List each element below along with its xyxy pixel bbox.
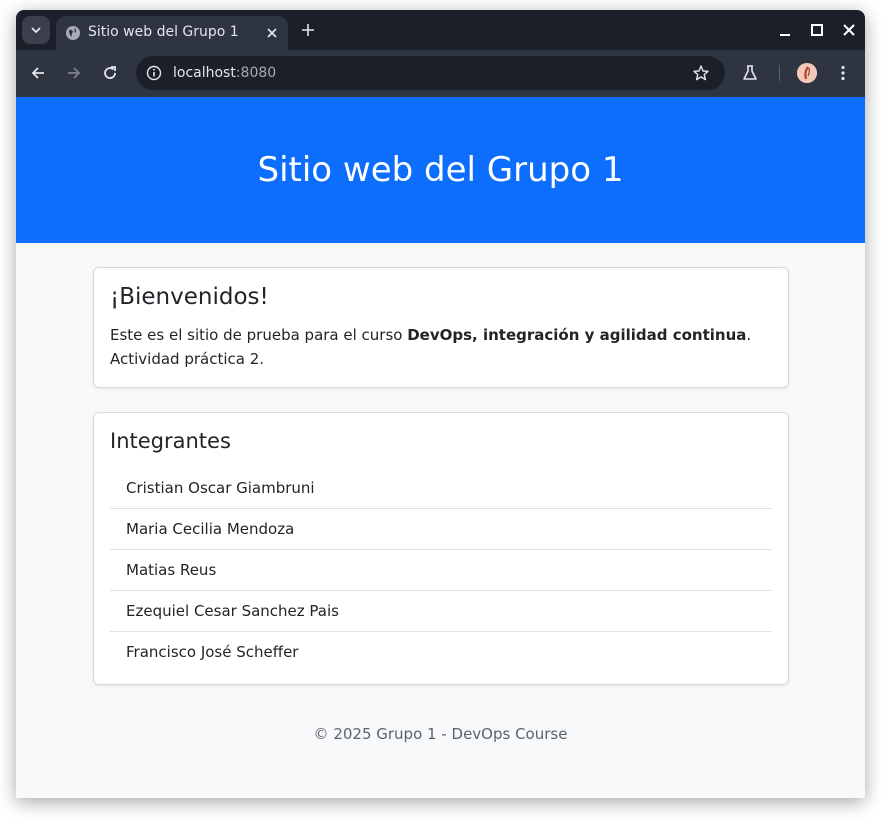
- url-text[interactable]: localhost:8080: [173, 65, 276, 81]
- forward-arrow-icon[interactable]: [65, 64, 83, 82]
- list-item: Francisco José Scheffer: [126, 643, 299, 661]
- reload-icon[interactable]: [101, 64, 119, 82]
- welcome-text: Este es el sitio de prueba para el curso…: [110, 323, 770, 371]
- avatar-icon: [797, 63, 817, 83]
- bookmark-star-icon[interactable]: [692, 64, 710, 82]
- minimize-icon[interactable]: [777, 22, 793, 38]
- tab-search-button[interactable]: [22, 16, 50, 44]
- welcome-heading: ¡Bienvenidos!: [110, 284, 269, 310]
- list-item: Matias Reus: [110, 550, 772, 591]
- members-list: Cristian Oscar Giambruni Maria Cecilia M…: [110, 468, 772, 672]
- address-bar[interactable]: localhost:8080: [136, 56, 725, 90]
- welcome-text-intro: Este es el sitio de prueba para el curso: [110, 326, 408, 344]
- list-item: Maria Cecilia Mendoza: [110, 509, 772, 550]
- members-heading: Integrantes: [110, 429, 231, 453]
- tab-strip: Sitio web del Grupo 1: [16, 10, 865, 50]
- toolbar-separator: [779, 65, 780, 81]
- hero-banner: Sitio web del Grupo 1: [16, 97, 865, 243]
- page-content: Sitio web del Grupo 1 ¡Bienvenidos! Este…: [16, 97, 865, 798]
- globe-icon: [66, 26, 80, 40]
- profile-avatar[interactable]: [797, 63, 817, 83]
- tab-active[interactable]: Sitio web del Grupo 1: [56, 16, 288, 50]
- chevron-down-icon: [31, 27, 41, 34]
- browser-toolbar: localhost:8080: [16, 50, 865, 97]
- url-port: :8080: [235, 65, 277, 81]
- activity-text: Actividad práctica 2.: [110, 350, 265, 368]
- new-tab-plus-icon[interactable]: [300, 22, 316, 38]
- maximize-icon[interactable]: [809, 22, 825, 38]
- list-item: Ezequiel Cesar Sanchez Pais: [110, 591, 772, 632]
- members-card: Integrantes Cristian Oscar Giambruni Mar…: [93, 412, 789, 685]
- browser-window: Sitio web del Grupo 1 localhost:8080 Sit…: [16, 10, 865, 798]
- page-title: Sitio web del Grupo 1: [257, 150, 624, 190]
- list-item: Cristian Oscar Giambruni: [110, 468, 772, 509]
- tab-title: Sitio web del Grupo 1: [88, 24, 239, 40]
- menu-kebab-icon[interactable]: [834, 64, 852, 82]
- footer-text: © 2025 Grupo 1 - DevOps Course: [313, 725, 568, 743]
- back-arrow-icon[interactable]: [29, 64, 47, 82]
- welcome-text-end: .: [746, 326, 752, 344]
- close-window-icon[interactable]: [841, 22, 857, 38]
- site-info-icon[interactable]: [146, 65, 162, 81]
- labs-flask-icon[interactable]: [741, 64, 759, 82]
- course-name: DevOps, integración y agilidad continua: [407, 326, 747, 344]
- close-icon[interactable]: [264, 25, 280, 41]
- welcome-card: ¡Bienvenidos! Este es el sitio de prueba…: [93, 267, 789, 388]
- url-host: localhost: [173, 65, 236, 81]
